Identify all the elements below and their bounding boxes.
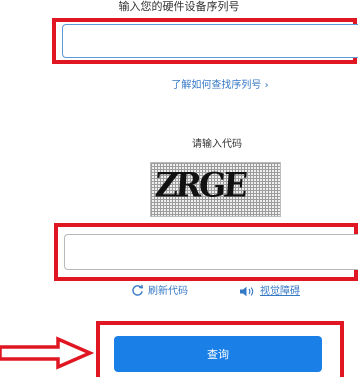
- refresh-code-label: 刷新代码: [148, 285, 188, 297]
- visual-impairment-button[interactable]: 视觉障碍: [239, 282, 300, 301]
- serial-number-label: 输入您的硬件设备序列号: [118, 0, 240, 13]
- code-label: 请输入代码: [192, 139, 242, 150]
- serial-number-input[interactable]: [62, 24, 358, 58]
- find-serial-link[interactable]: 了解如何查找序列号 ›: [0, 80, 358, 92]
- refresh-icon: [131, 282, 144, 301]
- code-input[interactable]: [64, 234, 358, 270]
- support-lookup-page: 输入您的硬件设备序列号 了解如何查找序列号 › 请输入代码 ZRGE 刷新代码 …: [0, 0, 358, 377]
- query-button[interactable]: 查询: [114, 336, 322, 372]
- speaker-icon: [239, 282, 256, 301]
- visual-impairment-label: 视觉障碍: [260, 285, 300, 297]
- refresh-code-button[interactable]: 刷新代码: [131, 282, 188, 301]
- captcha-text: ZRGE: [153, 165, 247, 205]
- captcha-image: ZRGE: [150, 162, 281, 217]
- pointer-arrow-icon: [0, 336, 95, 374]
